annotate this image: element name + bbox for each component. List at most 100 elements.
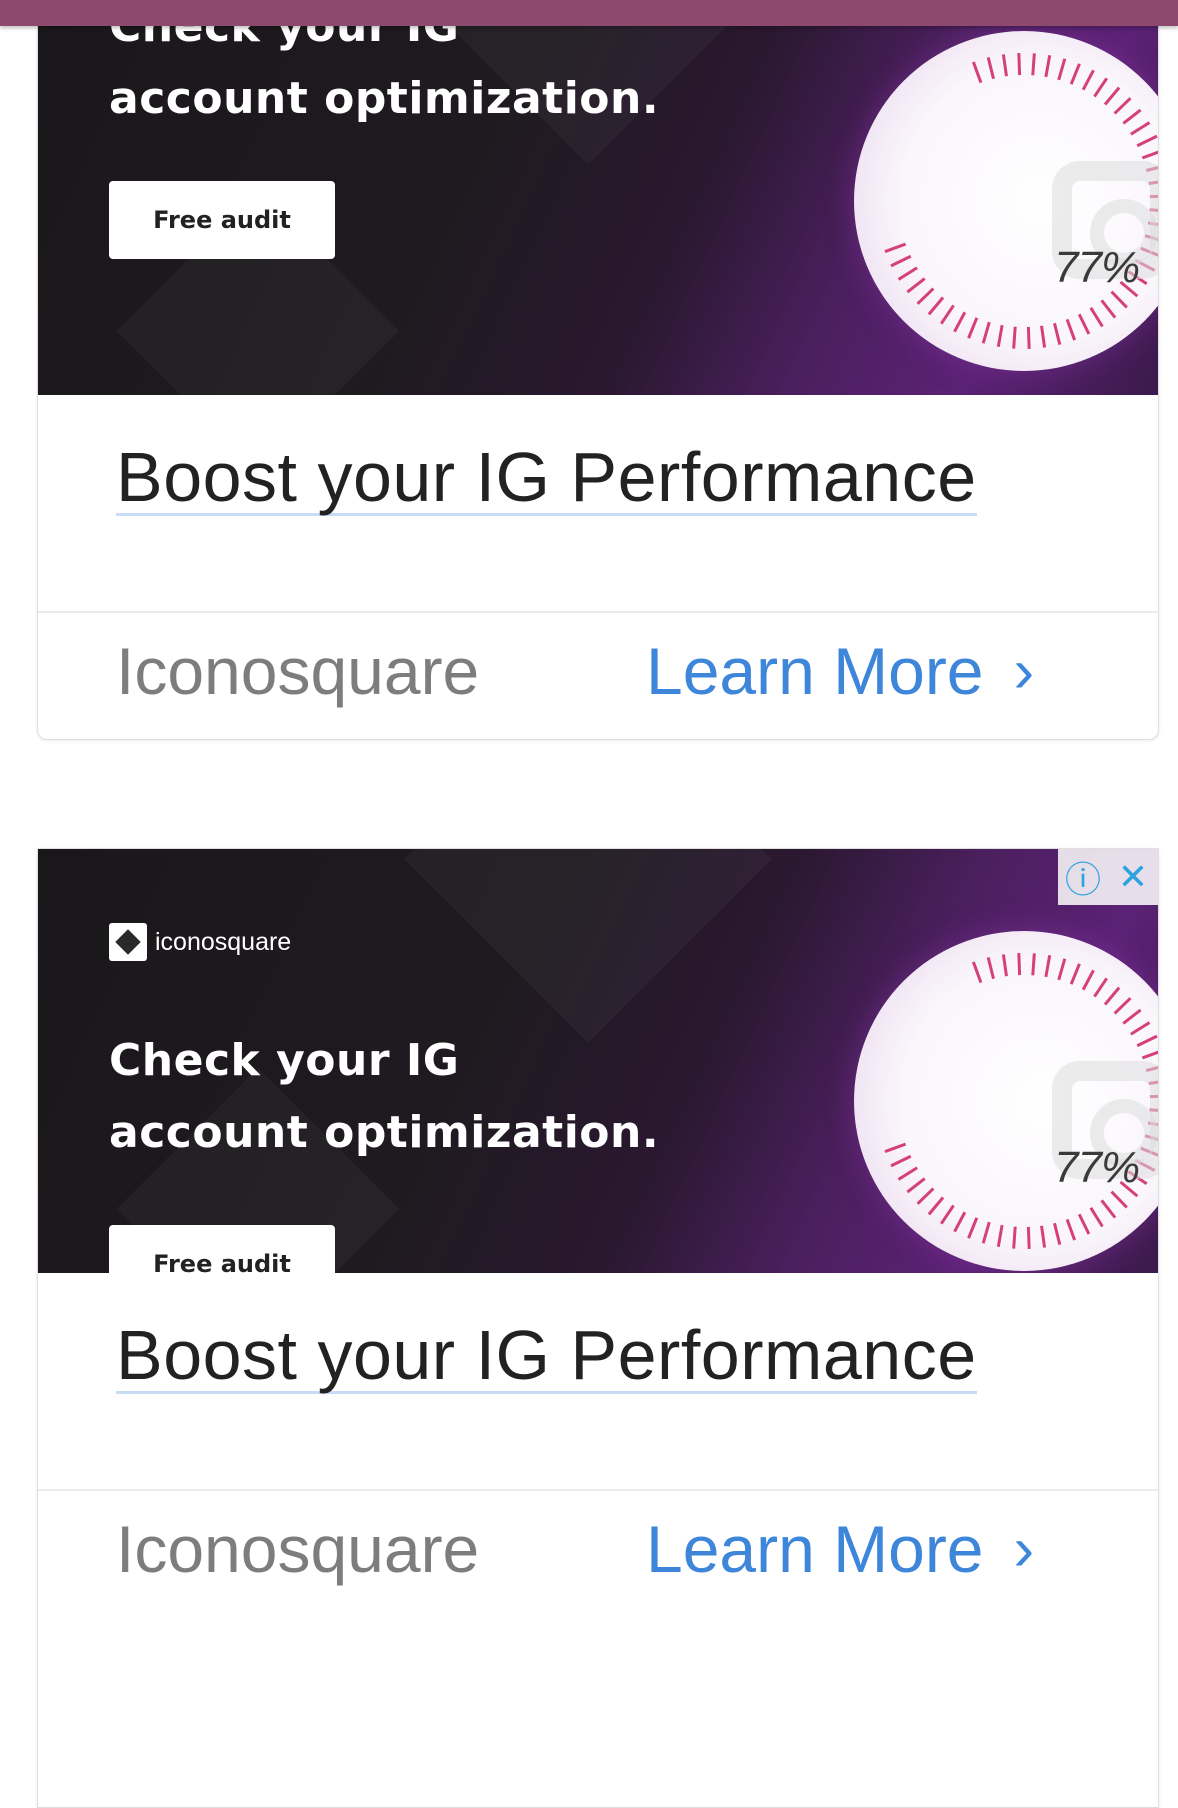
gauge-tick (953, 311, 967, 333)
gauge-tick (1122, 1008, 1142, 1025)
ad-headline-line-1: Check your IG (109, 1035, 460, 1086)
gauge-tick (1089, 307, 1104, 328)
gauge-tick (1130, 121, 1151, 136)
gauge-tick (1053, 322, 1062, 345)
gauge-tick (884, 1142, 907, 1154)
gauge-tick (1081, 69, 1095, 91)
gauge-tick (1012, 1226, 1017, 1249)
gauge-tick (1053, 1222, 1062, 1245)
advertiser-name: Iconosquare (116, 634, 480, 708)
gauge-tick (1069, 63, 1081, 85)
gauge-tick (1141, 1050, 1158, 1060)
gauge-tick (1031, 953, 1036, 976)
gauge-tick (981, 1221, 991, 1244)
chevron-right-icon: › (1013, 1514, 1035, 1584)
ad-headline-line-2: account optimization. (109, 73, 660, 124)
free-audit-button[interactable]: Free audit (109, 1225, 335, 1273)
gauge-tick (1065, 1218, 1077, 1241)
score-gauge: 77% (854, 931, 1158, 1271)
gauge-tick (1110, 290, 1128, 309)
gauge-tick (1001, 54, 1008, 77)
brand-logo-row: iconosquare (109, 923, 291, 961)
gauge-tick (1113, 997, 1132, 1015)
learn-more-label: Learn More (646, 1512, 984, 1586)
gauge-tick (1001, 954, 1008, 977)
gauge-tick (1103, 86, 1121, 106)
ad-banner-image[interactable]: ⓘ ✕ iconosquare 77% Check your IG accoun… (38, 849, 1158, 1273)
advertiser-name: Iconosquare (116, 1512, 480, 1586)
gauge-tick (1069, 963, 1081, 985)
gauge-tick (890, 1154, 912, 1168)
learn-more-link[interactable]: Learn More › (646, 1511, 1034, 1587)
brand-name: iconosquare (155, 927, 292, 956)
gauge-tick (971, 61, 983, 84)
gauge-tick (906, 277, 926, 294)
gauge-percent: 77% (1054, 243, 1140, 292)
gauge-tick (1100, 1199, 1117, 1219)
ad-choices[interactable]: ⓘ ✕ (1058, 849, 1158, 905)
close-icon[interactable]: ✕ (1108, 849, 1158, 905)
gauge-tick (986, 957, 995, 980)
gauge-tick (906, 1177, 926, 1194)
gauge-tick (1044, 54, 1052, 78)
gauge-tick (1026, 1226, 1031, 1249)
chevron-right-icon: › (1013, 636, 1035, 706)
learn-more-label: Learn More (646, 634, 984, 708)
gauge-tick (1040, 325, 1047, 348)
gauge-tick (1093, 977, 1109, 998)
gauge-tick (916, 1187, 935, 1205)
gauge-tick (927, 296, 945, 316)
gauge-percent: 77% (1054, 1143, 1140, 1192)
gauge-tick (1065, 318, 1077, 341)
gauge-tick (1081, 969, 1095, 991)
gauge-tick (1026, 326, 1031, 349)
info-icon[interactable]: ⓘ (1058, 849, 1108, 905)
gauge-tick (1100, 299, 1117, 319)
gauge-tick (1141, 150, 1158, 160)
ad-headline-line-2: account optimization. (109, 1107, 660, 1158)
gauge-tick (1103, 986, 1121, 1006)
gauge-tick (981, 321, 991, 344)
gauge-tick (967, 317, 979, 339)
gauge-tick (971, 961, 983, 984)
gauge-tick (1077, 1213, 1091, 1235)
gauge-tick (1130, 1021, 1151, 1036)
gauge-tick (897, 1166, 918, 1181)
ad-banner-image[interactable]: 77% Check your IG account optimization. … (38, 0, 1158, 395)
gauge-tick (884, 242, 907, 254)
gauge-tick (1044, 954, 1052, 978)
gauge-tick (996, 1224, 1004, 1248)
gauge-tick (890, 254, 912, 268)
gauge-tick (1017, 53, 1022, 76)
ad-title[interactable]: Boost your IG Performance (116, 1319, 977, 1394)
ad-headline: Check your IG account optimization. (109, 1025, 659, 1169)
gauge-tick (939, 304, 955, 325)
gauge-tick (1057, 58, 1067, 81)
gauge-tick (953, 1211, 967, 1233)
gauge-tick (939, 1204, 955, 1225)
gauge-tick (1040, 1225, 1047, 1248)
gauge-tick (1077, 313, 1091, 335)
gauge-tick (986, 57, 995, 80)
divider (38, 1489, 1158, 1491)
gauge-tick (1136, 134, 1158, 148)
gauge-tick (1031, 53, 1036, 76)
gauge-tick (967, 1217, 979, 1239)
ad-card[interactable]: 77% Check your IG account optimization. … (37, 0, 1159, 740)
gauge-tick (927, 1196, 945, 1216)
score-gauge: 77% (854, 31, 1158, 371)
gauge-tick (1113, 97, 1132, 115)
gauge-tick (1122, 108, 1142, 125)
ad-card[interactable]: ⓘ ✕ iconosquare 77% Check your IG accoun… (37, 848, 1159, 1808)
free-audit-button[interactable]: Free audit (109, 181, 335, 259)
iconosquare-logo-icon (109, 923, 147, 961)
gauge-tick (996, 324, 1004, 348)
gauge-tick (1110, 1190, 1128, 1209)
gauge-tick (1057, 958, 1067, 981)
learn-more-link[interactable]: Learn More › (646, 633, 1034, 709)
gauge-tick (897, 266, 918, 281)
gauge-tick (1012, 326, 1017, 349)
gauge-tick (1136, 1034, 1158, 1048)
gauge-tick (1017, 953, 1022, 976)
ad-title[interactable]: Boost your IG Performance (116, 441, 977, 516)
